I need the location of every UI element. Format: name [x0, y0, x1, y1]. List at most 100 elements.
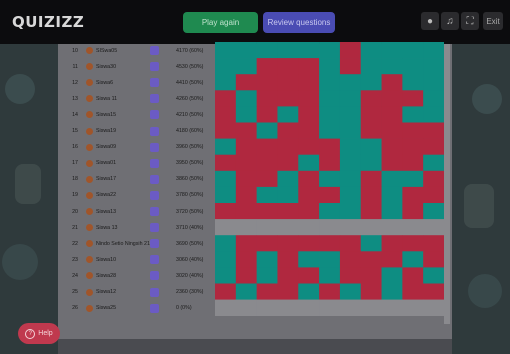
answer-cell-correct[interactable]: [319, 58, 341, 75]
answer-cell-empty[interactable]: [215, 299, 237, 316]
answer-cell-correct[interactable]: [319, 106, 341, 123]
answer-cell-correct[interactable]: [360, 74, 382, 91]
answer-cell-incorrect[interactable]: [381, 235, 403, 252]
answer-cell-incorrect[interactable]: [277, 58, 299, 75]
answer-cell-correct[interactable]: [381, 283, 403, 300]
answer-cell-incorrect[interactable]: [256, 138, 278, 155]
answer-cell-incorrect[interactable]: [402, 267, 424, 284]
answer-cell-incorrect[interactable]: [402, 186, 424, 204]
answer-cell-incorrect[interactable]: [360, 90, 382, 107]
answer-cell-correct[interactable]: [215, 235, 237, 252]
answer-cell-correct[interactable]: [339, 283, 362, 300]
answer-cell-empty[interactable]: [256, 219, 278, 236]
answer-cell-incorrect[interactable]: [235, 267, 257, 284]
answer-cell-correct[interactable]: [319, 42, 341, 59]
answer-cell-empty[interactable]: [423, 219, 444, 236]
answer-cell-incorrect[interactable]: [256, 203, 278, 220]
answer-cell-correct[interactable]: [381, 267, 403, 284]
answer-cell-incorrect[interactable]: [256, 283, 278, 300]
answer-cell-correct[interactable]: [402, 74, 424, 91]
answer-cell-correct[interactable]: [215, 58, 237, 75]
answer-cell-empty[interactable]: [402, 299, 424, 316]
answer-cell-incorrect[interactable]: [360, 170, 382, 188]
answer-cell-correct[interactable]: [298, 251, 320, 268]
answer-cell-incorrect[interactable]: [423, 138, 444, 155]
player-row[interactable]: 18 Siswa17 3860 (50%): [58, 171, 214, 188]
answer-cell-incorrect[interactable]: [277, 251, 299, 268]
player-row[interactable]: 16 Siswa09 3960 (50%): [58, 139, 214, 156]
answer-cell-incorrect[interactable]: [298, 235, 320, 252]
report-icon[interactable]: [150, 271, 159, 281]
answer-cell-correct[interactable]: [256, 42, 278, 59]
answer-cell-correct[interactable]: [360, 154, 382, 172]
answer-cell-incorrect[interactable]: [360, 186, 382, 204]
answer-cell-incorrect[interactable]: [298, 203, 320, 220]
answer-cell-incorrect[interactable]: [423, 251, 444, 268]
answer-cell-incorrect[interactable]: [298, 122, 320, 139]
answer-cell-incorrect[interactable]: [298, 138, 320, 155]
answer-cell-correct[interactable]: [402, 251, 424, 268]
answer-cell-correct[interactable]: [215, 138, 237, 155]
answer-cell-incorrect[interactable]: [277, 235, 299, 252]
report-icon[interactable]: [150, 62, 159, 72]
answer-cell-incorrect[interactable]: [381, 138, 403, 155]
help-button[interactable]: ? Help: [18, 323, 60, 344]
answer-cell-incorrect[interactable]: [235, 154, 257, 172]
answer-cell-correct[interactable]: [423, 42, 444, 59]
answer-cell-incorrect[interactable]: [277, 283, 299, 300]
answer-cell-empty[interactable]: [319, 219, 341, 236]
answer-cell-empty[interactable]: [235, 219, 257, 236]
answer-cell-incorrect[interactable]: [402, 154, 424, 172]
answer-cell-incorrect[interactable]: [298, 186, 320, 204]
player-row[interactable]: 24 Siswa28 3020 (40%): [58, 267, 214, 284]
answer-cell-correct[interactable]: [339, 154, 362, 172]
answer-cell-correct[interactable]: [235, 106, 257, 123]
answer-cell-correct[interactable]: [215, 170, 237, 188]
answer-cell-incorrect[interactable]: [319, 138, 341, 155]
report-icon[interactable]: [150, 190, 159, 200]
answer-cell-correct[interactable]: [319, 267, 341, 284]
answer-cell-correct[interactable]: [277, 170, 299, 188]
answer-cell-correct[interactable]: [423, 106, 444, 123]
answer-cell-incorrect[interactable]: [256, 58, 278, 75]
answer-cell-incorrect[interactable]: [381, 154, 403, 172]
answer-cell-incorrect[interactable]: [235, 138, 257, 155]
answer-cell-correct[interactable]: [339, 186, 362, 204]
answer-cell-incorrect[interactable]: [423, 122, 444, 139]
answer-cell-incorrect[interactable]: [381, 251, 403, 268]
answer-cell-correct[interactable]: [215, 74, 237, 91]
answer-cell-incorrect[interactable]: [402, 138, 424, 155]
answer-cell-correct[interactable]: [423, 154, 444, 172]
player-row[interactable]: 15 Siswa19 4180 (60%): [58, 123, 214, 140]
report-icon[interactable]: [150, 303, 159, 313]
player-row[interactable]: 14 Siswa15 4210 (50%): [58, 106, 214, 123]
answer-cell-incorrect[interactable]: [402, 90, 424, 107]
answer-cell-correct[interactable]: [360, 58, 382, 75]
answer-cell-incorrect[interactable]: [360, 283, 382, 300]
player-row[interactable]: 19 Siswa22 3780 (50%): [58, 187, 214, 204]
player-row[interactable]: 12 Siswa6 4410 (50%): [58, 74, 214, 91]
answer-cell-correct[interactable]: [235, 283, 257, 300]
answer-cell-empty[interactable]: [298, 219, 320, 236]
report-icon[interactable]: [150, 78, 159, 88]
answer-cell-correct[interactable]: [402, 106, 424, 123]
answer-cell-correct[interactable]: [215, 42, 237, 59]
theme-icon[interactable]: ●: [421, 12, 439, 30]
answer-cell-incorrect[interactable]: [298, 58, 320, 75]
answer-cell-empty[interactable]: [215, 219, 237, 236]
answer-cell-correct[interactable]: [339, 90, 362, 107]
answer-cell-empty[interactable]: [235, 299, 257, 316]
answer-cell-incorrect[interactable]: [381, 122, 403, 139]
answer-cell-correct[interactable]: [402, 58, 424, 75]
player-row[interactable]: 26 Siswa25 0 (0%): [58, 300, 214, 317]
report-icon[interactable]: [150, 174, 159, 184]
answer-cell-incorrect[interactable]: [298, 170, 320, 188]
answer-cell-incorrect[interactable]: [402, 203, 424, 220]
answer-cell-incorrect[interactable]: [319, 283, 341, 300]
answer-cell-incorrect[interactable]: [360, 203, 382, 220]
answer-cell-incorrect[interactable]: [339, 251, 362, 268]
answer-cell-correct[interactable]: [402, 170, 424, 188]
report-icon[interactable]: [150, 46, 159, 55]
answer-cell-correct[interactable]: [319, 90, 341, 107]
answer-cell-correct[interactable]: [423, 203, 444, 220]
